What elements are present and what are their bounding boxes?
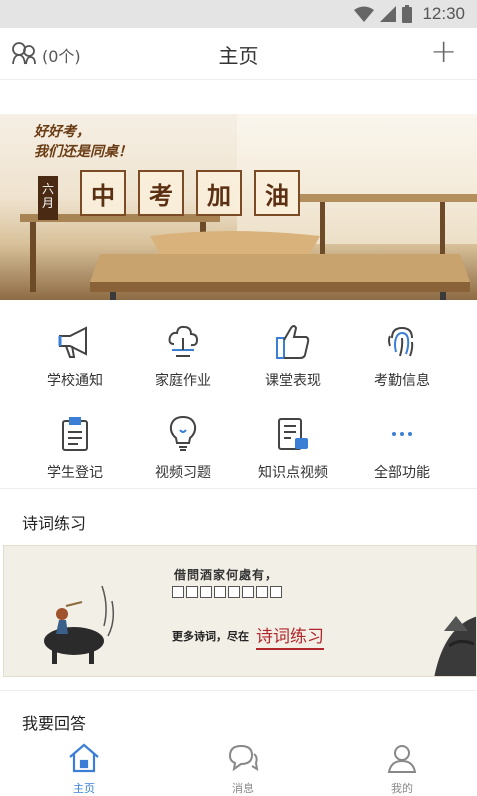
thumbs-up-icon bbox=[238, 316, 348, 360]
more-icon bbox=[347, 408, 457, 452]
lightbulb-icon bbox=[128, 408, 238, 452]
grid-item-student-register[interactable]: 学生登记 bbox=[20, 408, 130, 482]
grid-item-knowledge-video[interactable]: 知识点视频 bbox=[238, 408, 348, 482]
grid-item-label: 家庭作业 bbox=[155, 373, 211, 389]
grid-item-all-functions[interactable]: 全部功能 bbox=[347, 408, 457, 482]
slogan-line-1: 好好考， bbox=[34, 124, 90, 140]
banner-tile: 油 bbox=[254, 170, 300, 216]
grid-item-label: 全部功能 bbox=[374, 465, 430, 481]
grid-item-homework[interactable]: 家庭作业 bbox=[128, 316, 238, 390]
homework-icon bbox=[128, 316, 238, 360]
grid-item-attendance[interactable]: 考勤信息 bbox=[347, 316, 457, 390]
answer-box bbox=[214, 586, 226, 598]
tab-messages[interactable]: 消息 bbox=[203, 742, 283, 796]
banner-tiles: 中 考 加 油 bbox=[80, 170, 312, 216]
tab-home[interactable]: 主页 bbox=[44, 742, 124, 796]
grid-item-label: 学生登记 bbox=[47, 465, 103, 481]
answer-box bbox=[256, 586, 268, 598]
clipboard-icon bbox=[20, 408, 130, 452]
grid-item-label: 视频习题 bbox=[155, 465, 211, 481]
poem-line: 借問酒家何處有， bbox=[174, 568, 279, 582]
home-icon bbox=[67, 743, 101, 778]
grid-item-school-notice[interactable]: 学校通知 bbox=[20, 316, 130, 390]
home-screen: 12:30 (0个) 主页 + 好好考， 我们还是同桌！ 六月 中 考 加 油 … bbox=[0, 0, 477, 796]
grid-item-label: 考勤信息 bbox=[374, 373, 430, 389]
divider bbox=[0, 488, 477, 489]
app-header: (0个) 主页 + bbox=[0, 28, 477, 80]
poetry-card[interactable]: 借問酒家何處有， 更多诗词，尽在 诗词练习 bbox=[3, 545, 477, 677]
poem-practice-link[interactable]: 诗词练习 bbox=[256, 622, 324, 650]
grid-item-video-exercise[interactable]: 视频习题 bbox=[128, 408, 238, 482]
add-button[interactable]: + bbox=[430, 35, 457, 67]
fingerprint-icon bbox=[347, 316, 457, 360]
grid-item-label: 知识点视频 bbox=[258, 465, 328, 481]
signal-icon bbox=[380, 6, 397, 22]
page-title: 主页 bbox=[218, 44, 259, 68]
poem-more-text: 更多诗词，尽在 bbox=[172, 630, 249, 643]
banner-tile: 加 bbox=[196, 170, 242, 216]
status-bar: 12:30 bbox=[0, 0, 477, 28]
exam-banner[interactable]: 好好考， 我们还是同桌！ 六月 中 考 加 油 bbox=[0, 114, 477, 300]
banner-tile: 考 bbox=[138, 170, 184, 216]
grid-item-label: 课堂表现 bbox=[265, 373, 321, 389]
banner-slogan: 好好考， 我们还是同桌！ bbox=[34, 122, 132, 162]
tab-label: 我的 bbox=[391, 782, 413, 795]
battery-icon bbox=[402, 5, 413, 23]
poem-answer-boxes bbox=[172, 586, 284, 598]
answer-section-title: 我要回答 bbox=[22, 714, 87, 733]
answer-box bbox=[242, 586, 254, 598]
wifi-icon bbox=[354, 6, 375, 22]
banner-tile: 中 bbox=[80, 170, 126, 216]
tab-label: 消息 bbox=[232, 782, 254, 795]
grid-item-label: 学校通知 bbox=[47, 373, 103, 389]
status-time: 12:30 bbox=[422, 4, 465, 23]
month-badge: 六月 bbox=[38, 176, 58, 220]
answer-box bbox=[172, 586, 184, 598]
tab-label: 主页 bbox=[73, 782, 95, 795]
answer-box bbox=[200, 586, 212, 598]
answer-box bbox=[270, 586, 282, 598]
tab-mine[interactable]: 我的 bbox=[362, 742, 442, 796]
divider bbox=[0, 690, 477, 691]
chat-icon bbox=[226, 744, 260, 778]
bottom-tab-bar: 主页 消息 我的 bbox=[0, 738, 477, 796]
video-doc-icon bbox=[238, 408, 348, 452]
answer-box bbox=[186, 586, 198, 598]
poetry-section-title: 诗词练习 bbox=[22, 514, 87, 533]
answer-box bbox=[228, 586, 240, 598]
megaphone-icon bbox=[20, 316, 130, 360]
grid-item-class-performance[interactable]: 课堂表现 bbox=[238, 316, 348, 390]
user-icon bbox=[385, 745, 419, 778]
slogan-line-2: 我们还是同桌！ bbox=[34, 144, 132, 160]
